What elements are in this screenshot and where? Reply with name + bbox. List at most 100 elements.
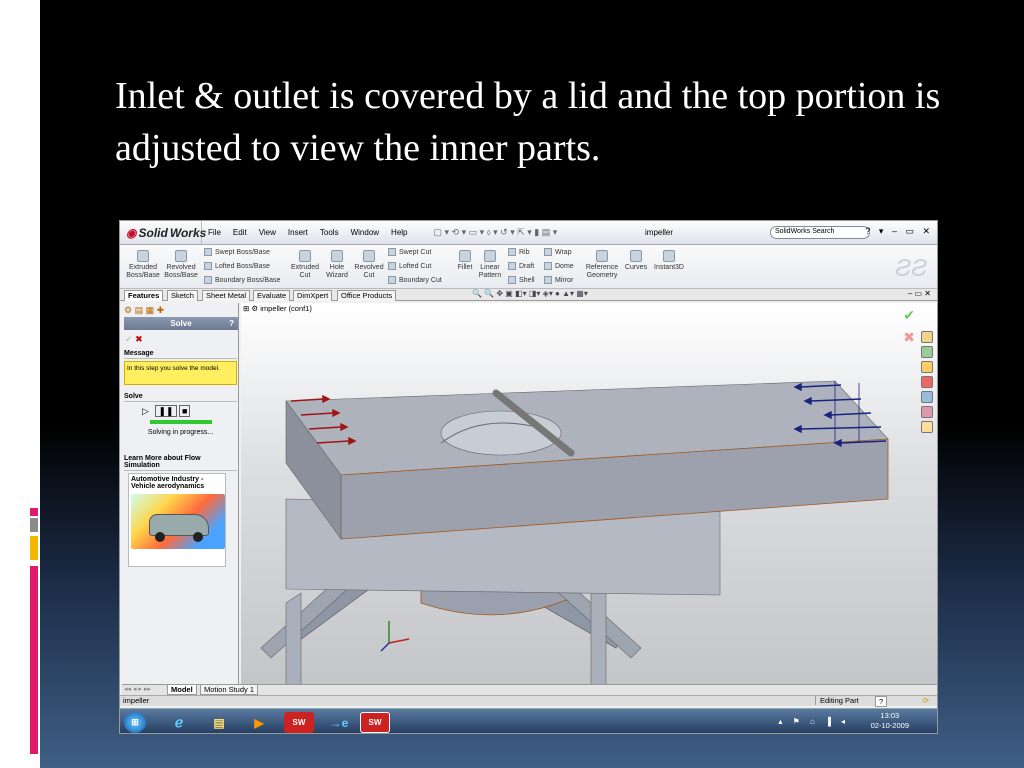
instant3d-button[interactable]: Instant3D [652, 249, 686, 272]
hole-wizard-button[interactable]: Hole Wizard [322, 249, 352, 280]
help-icon[interactable]: ? [229, 317, 234, 330]
tab-motion-study[interactable]: Motion Study 1 [200, 685, 259, 695]
boundary-boss-button[interactable]: Boundary Boss/Base [204, 276, 280, 284]
menu-window[interactable]: Window [345, 228, 385, 237]
tab-sketch[interactable]: Sketch [167, 290, 198, 301]
fillet-button[interactable]: Fillet [454, 249, 476, 272]
ok-cancel-icons: ✓ ✖ [125, 334, 143, 345]
curves-icon [630, 250, 642, 262]
tab-features[interactable]: Features [124, 290, 164, 301]
revolved-boss-button[interactable]: Revolved Boss/Base [164, 249, 198, 280]
tab-office-products[interactable]: Office Products [337, 290, 397, 301]
accent-square-gray [30, 518, 38, 532]
lofted-cut-icon [388, 262, 396, 270]
lofted-cut-button[interactable]: Lofted Cut [388, 262, 431, 270]
swept-cut-button[interactable]: Swept Cut [388, 248, 431, 256]
solve-progress-bar [149, 420, 212, 424]
heads-up-view-toolbar[interactable]: 🔍 🔍 ✥ ▣ ◧▾ ◨▾ ◈▾ ● ▲▾ ▦▾ [472, 289, 588, 298]
hole-icon [331, 250, 343, 262]
quick-access-toolbar[interactable]: ▢ ▾ ⟲ ▾ ▭ ▾ ⬨ ▾ ↺ ▾ ⇱ ▾ ▮ ▤ ▾ [414, 227, 558, 238]
extruded-boss-button[interactable]: Extruded Boss/Base [126, 249, 160, 280]
internet-explorer-icon[interactable]: ℯ [164, 712, 194, 733]
resources-icon[interactable] [921, 331, 933, 343]
mirror-button[interactable]: Mirror [544, 276, 573, 284]
custom-properties-icon[interactable] [921, 421, 933, 433]
pattern-icon [484, 250, 496, 262]
card-title: Automotive Industry - Vehicle aerodynami… [131, 476, 205, 490]
tab-scroll-arrows[interactable]: ◂◂ ◂ ▸ ▸▸ [124, 685, 151, 693]
graphics-area[interactable]: ⊞ ⚙ impeller (conf1) ✔ ✖ [241, 303, 937, 687]
search-results-icon[interactable] [921, 376, 933, 388]
draft-button[interactable]: Draft [508, 262, 534, 270]
shell-button[interactable]: Shell [508, 276, 535, 284]
dome-button[interactable]: Dome [544, 262, 574, 270]
learn-more-header[interactable]: Learn More about Flow Simulation [124, 454, 237, 471]
appearances-icon[interactable] [921, 406, 933, 418]
start-button[interactable]: ⊞ [124, 712, 146, 733]
tab-dimxpert[interactable]: DimXpert [293, 290, 333, 301]
system-tray[interactable]: ▴ ⚑ ⌂ ▐ ◂ [778, 717, 849, 726]
linear-pattern-button[interactable]: Linear Pattern [476, 249, 504, 280]
accent-square-gold [30, 536, 38, 560]
revolve-icon [175, 250, 187, 262]
menu-edit[interactable]: Edit [227, 228, 253, 237]
clock[interactable]: 13:03 02-10-2009 [871, 711, 909, 731]
media-player-icon[interactable]: ▶ [244, 712, 274, 733]
window-controls[interactable]: ? ▾ – ▭ ✕ [865, 226, 933, 237]
solidworks-active-icon[interactable]: SW [360, 712, 390, 733]
revolve-cut-icon [363, 250, 375, 262]
menu-help[interactable]: Help [385, 228, 413, 237]
search-input[interactable]: SolidWorks Search [770, 226, 870, 239]
wrap-button[interactable]: Wrap [544, 248, 572, 256]
reference-geometry-button[interactable]: Reference Geometry [584, 249, 620, 280]
pause-icon[interactable]: ❚❚ [155, 405, 177, 417]
cancel-icon[interactable]: ✖ [135, 334, 143, 344]
menu-view[interactable]: View [253, 228, 282, 237]
axis-triad-icon [380, 621, 410, 652]
message-text: In this step you solve the model. [124, 361, 237, 385]
view-palette-icon[interactable] [921, 391, 933, 403]
solidworks-logo[interactable]: ◉ Solid Works [120, 221, 206, 244]
file-explorer-taskbar-icon[interactable]: ▤ [204, 712, 234, 733]
menu-file[interactable]: File [202, 228, 227, 237]
viewport-controls[interactable]: – ▭ ✕ [908, 289, 931, 298]
menu-tools[interactable]: Tools [314, 228, 345, 237]
solidworks-taskbar-icon[interactable]: SW [284, 712, 314, 733]
learn-more-card[interactable]: Automotive Industry - Vehicle aerodynami… [128, 473, 226, 567]
title-bar: ◉ Solid Works File Edit View Insert Tools… [120, 221, 937, 245]
ok-icon[interactable]: ✓ [125, 334, 133, 344]
tab-sheet-metal[interactable]: Sheet Metal [202, 290, 251, 301]
file-explorer-icon[interactable] [921, 361, 933, 373]
extruded-cut-button[interactable]: Extruded Cut [288, 249, 322, 280]
swept-cut-icon [388, 248, 396, 256]
swept-boss-button[interactable]: Swept Boss/Base [204, 248, 270, 256]
design-library-icon[interactable] [921, 346, 933, 358]
shell-icon [508, 276, 516, 284]
tab-model[interactable]: Model [167, 685, 197, 695]
tab-evaluate[interactable]: Evaluate [253, 290, 291, 301]
status-help-icon[interactable]: ? [875, 696, 888, 707]
confirm-cancel-icon[interactable]: ✖ [903, 329, 915, 346]
cut-icon [299, 250, 311, 262]
solve-header[interactable]: Solve [124, 392, 237, 402]
draft-icon [508, 262, 516, 270]
decorative-lines [20, 82, 40, 114]
curves-button[interactable]: Curves [622, 249, 650, 272]
boundary-cut-button[interactable]: Boundary Cut [388, 276, 442, 284]
command-manager: Extruded Boss/Base Revolved Boss/Base Sw… [120, 245, 937, 289]
message-header[interactable]: Message [124, 349, 237, 359]
rebuild-icon[interactable]: ⟳ [923, 696, 929, 705]
ie-arrow-icon[interactable]: →e [324, 712, 354, 733]
menu-insert[interactable]: Insert [282, 228, 314, 237]
accent-square-red [30, 508, 38, 516]
loft-icon [204, 262, 212, 270]
lofted-boss-button[interactable]: Lofted Boss/Base [204, 262, 270, 270]
rib-button[interactable]: Rib [508, 248, 530, 256]
manager-tabs-icons[interactable]: ⚙ ▤ ▦ ✚ [124, 305, 164, 316]
stop-icon[interactable]: ■ [179, 405, 191, 417]
dome-icon [544, 262, 552, 270]
progress-text: Solving in progress... [147, 429, 214, 436]
revolved-cut-button[interactable]: Revolved Cut [352, 249, 386, 280]
confirm-ok-icon[interactable]: ✔ [903, 307, 915, 324]
play-icon[interactable]: ▷ [142, 406, 149, 416]
